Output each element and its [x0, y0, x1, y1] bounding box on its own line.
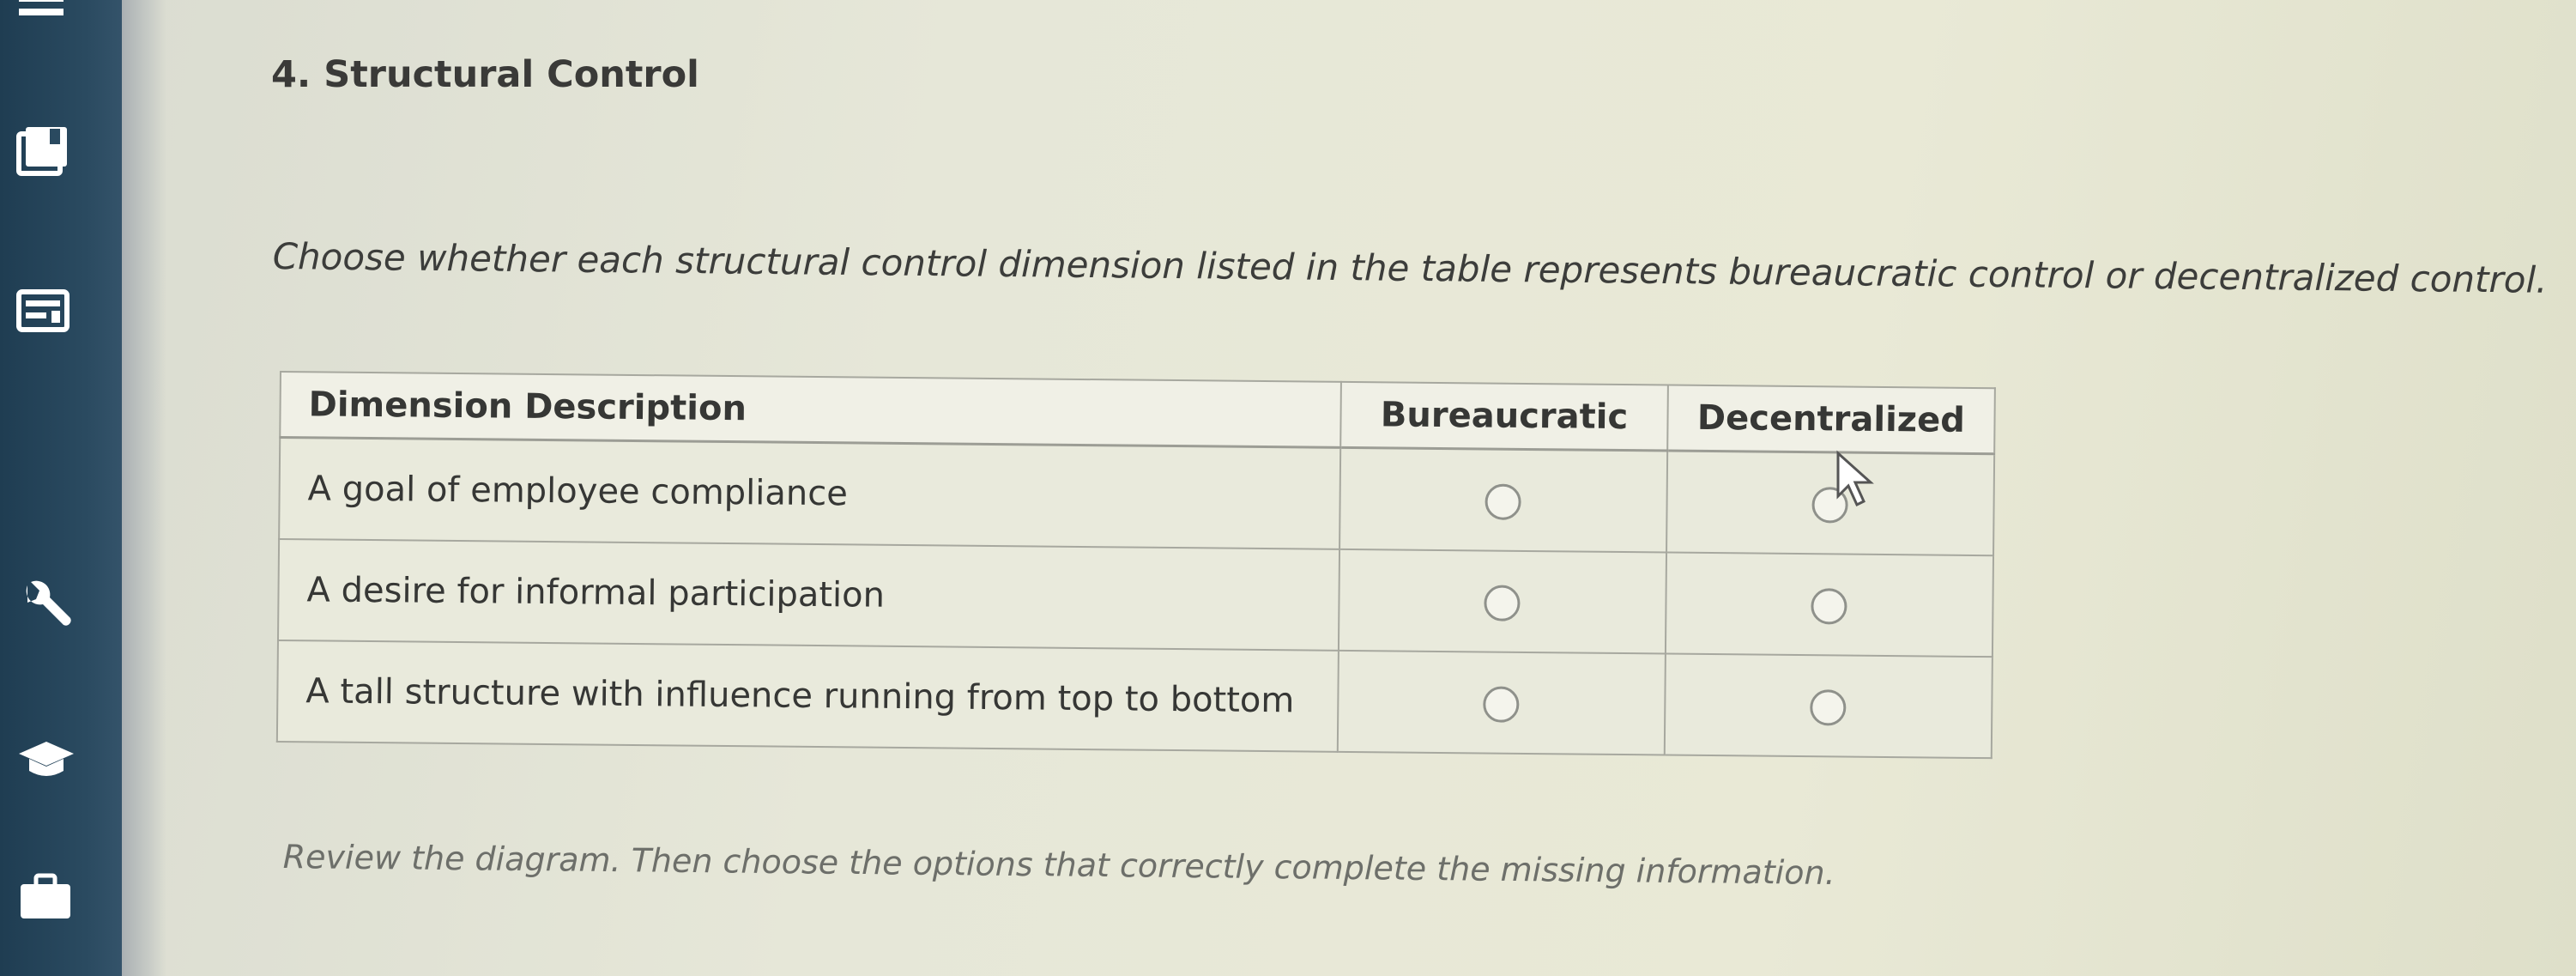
- ebook-icon[interactable]: [15, 120, 76, 180]
- graduation-cap-icon[interactable]: [15, 728, 76, 788]
- review-instructions: Review the diagram. Then choose the opti…: [282, 838, 1835, 892]
- radio-cell-decentralized: [1665, 552, 1994, 658]
- radio-cell-bureaucratic: [1338, 650, 1666, 755]
- row-description: A desire for informal participation: [277, 539, 1340, 651]
- sidebar-shadow: [122, 0, 166, 976]
- sidebar: [0, 0, 122, 976]
- question-title: 4. Structural Control: [271, 53, 699, 96]
- mouse-cursor-icon: [1835, 450, 1883, 510]
- bureaucratic-radio[interactable]: [1484, 585, 1521, 621]
- briefcase-icon[interactable]: [15, 865, 76, 925]
- header-dimension-description: Dimension Description: [280, 372, 1342, 448]
- bureaucratic-radio[interactable]: [1485, 483, 1522, 520]
- page: 4. Structural Control Choose whether eac…: [0, 0, 2576, 976]
- row-description: A tall structure with influence running …: [276, 640, 1339, 752]
- dimension-table: Dimension Description Bureaucratic Decen…: [276, 371, 1996, 759]
- header-bureaucratic: Bureaucratic: [1340, 381, 1668, 452]
- menu-icon[interactable]: [15, 0, 76, 29]
- radio-cell-bureaucratic: [1339, 549, 1666, 654]
- bureaucratic-radio[interactable]: [1483, 686, 1521, 723]
- radio-cell-bureaucratic: [1339, 447, 1667, 553]
- table-row: A tall structure with influence running …: [276, 640, 1992, 759]
- header-decentralized: Decentralized: [1666, 385, 1995, 454]
- radio-cell-decentralized: [1664, 653, 1992, 759]
- radio-cell-decentralized: [1666, 451, 1995, 556]
- calculator-icon[interactable]: [15, 282, 76, 342]
- decentralized-radio[interactable]: [1811, 588, 1847, 625]
- table-row: A goal of employee compliance: [279, 437, 1995, 556]
- wrench-icon[interactable]: [15, 577, 76, 637]
- table-row: A desire for informal participation: [277, 539, 1994, 658]
- decentralized-radio[interactable]: [1810, 689, 1847, 726]
- row-description: A goal of employee compliance: [279, 437, 1341, 549]
- question-instructions: Choose whether each structural control d…: [272, 235, 2548, 301]
